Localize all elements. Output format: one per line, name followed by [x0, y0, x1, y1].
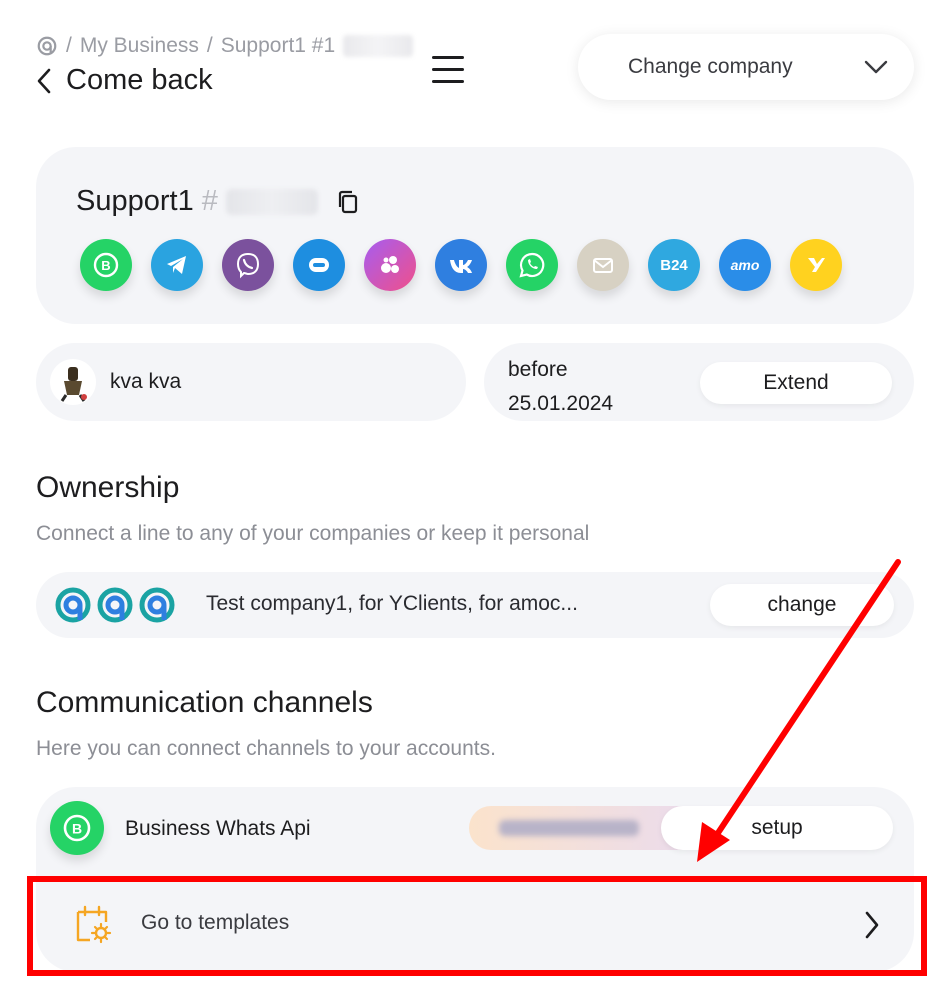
owner-company-text: Test company1, for YClients, for amoc...	[206, 592, 578, 615]
subscription-pill: before 25.01.2024 Extend	[484, 343, 914, 421]
chevron-down-icon	[864, 60, 888, 74]
redacted-account-id	[225, 188, 318, 215]
whatsapp-business-icon: B	[50, 801, 104, 855]
setup-button[interactable]: setup	[661, 806, 893, 850]
account-title: Support1 #	[76, 185, 360, 218]
channel-name: Business Whats Api	[125, 817, 311, 840]
account-card: Support1 # B B24 amo	[36, 147, 914, 324]
user-name: kva kva	[110, 370, 182, 393]
vk-icon[interactable]	[435, 239, 487, 291]
viber-icon[interactable]	[222, 239, 274, 291]
account-hash: #	[201, 185, 218, 217]
chevron-left-icon	[37, 68, 51, 93]
go-to-templates-label: Go to templates	[141, 911, 290, 934]
dots-icon[interactable]	[364, 239, 416, 291]
go-to-templates-row[interactable]: Go to templates	[36, 886, 914, 962]
avatar	[50, 359, 96, 405]
come-back-label: Come back	[66, 64, 213, 96]
company-logo-icon	[55, 587, 91, 623]
copy-icon[interactable]	[336, 189, 360, 215]
ownership-company-row: Test company1, for YClients, for amoc...…	[36, 572, 914, 638]
redacted-id	[343, 35, 414, 57]
plan-before-label: before	[508, 358, 568, 381]
yclients-icon[interactable]	[790, 239, 842, 291]
extend-button[interactable]: Extend	[700, 362, 892, 404]
plan-expiry-date: 25.01.2024	[508, 392, 614, 415]
bitrix24-icon[interactable]: B24	[648, 239, 700, 291]
whatsapp-business-icon[interactable]: B	[80, 239, 132, 291]
user-pill[interactable]: kva kva	[36, 343, 466, 421]
breadcrumb-current: Support1 #1	[220, 34, 336, 57]
chevron-right-icon	[865, 911, 879, 939]
ownership-title: Ownership	[36, 471, 180, 504]
breadcrumb: / My Business / Support1 #1	[36, 34, 414, 58]
home-logo-icon[interactable]	[36, 35, 58, 57]
company-logos	[54, 586, 176, 624]
come-back-link[interactable]: Come back	[36, 64, 213, 97]
change-owner-button[interactable]: change	[710, 584, 894, 626]
change-company-dropdown[interactable]: Change company	[578, 34, 914, 100]
svg-text:B: B	[101, 258, 110, 273]
company-logo-icon	[97, 587, 133, 623]
breadcrumb-my-business[interactable]: My Business	[80, 34, 199, 58]
whatsapp-icon[interactable]	[506, 239, 558, 291]
hamburger-menu-icon[interactable]	[430, 52, 466, 86]
ownership-subtitle: Connect a line to any of your companies …	[36, 522, 590, 545]
bot-icon[interactable]	[293, 239, 345, 291]
email-icon[interactable]	[577, 239, 629, 291]
channels-title: Communication channels	[36, 686, 373, 719]
calendar-settings-icon	[76, 905, 112, 944]
telegram-icon[interactable]	[151, 239, 203, 291]
channels-subtitle: Here you can connect channels to your ac…	[36, 737, 496, 760]
redacted-status	[499, 820, 639, 836]
account-name: Support1	[76, 185, 194, 217]
amocrm-icon[interactable]: amo	[719, 239, 771, 291]
change-company-label: Change company	[628, 55, 793, 78]
svg-text:B: B	[72, 821, 82, 837]
channel-icons: B B24 amo	[80, 239, 842, 291]
company-logo-icon	[139, 587, 175, 623]
